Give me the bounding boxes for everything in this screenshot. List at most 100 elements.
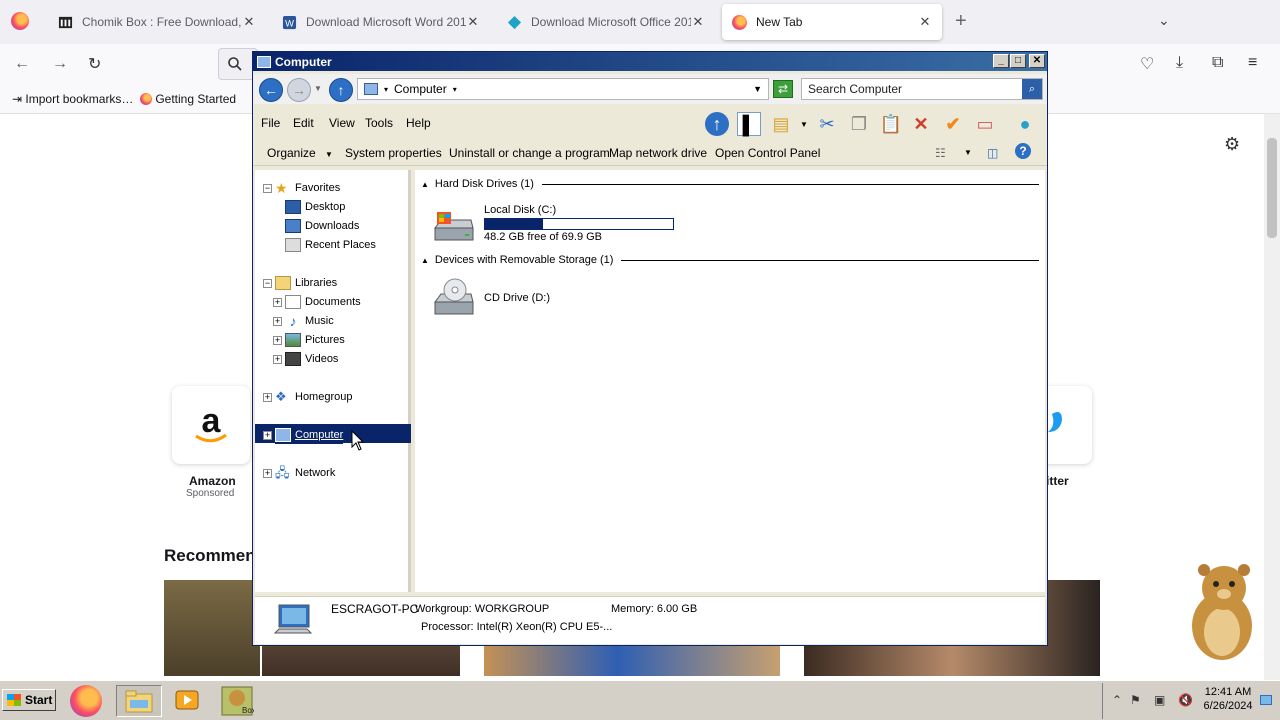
expand-toggle[interactable]: +: [263, 469, 272, 478]
up-arrow-icon[interactable]: ↑: [329, 78, 353, 102]
firefox-menu-icon[interactable]: [11, 12, 29, 30]
taskbar-clock[interactable]: 12:41 AM 6/26/2024: [1200, 685, 1256, 713]
views-chevron-icon[interactable]: ▼: [800, 120, 808, 129]
group-header-hdd[interactable]: ▲ Hard Disk Drives (1): [421, 178, 1039, 190]
organize-button[interactable]: Organize ▼: [267, 146, 333, 160]
gear-icon[interactable]: ⚙: [1224, 134, 1240, 155]
map-network-drive-button[interactable]: Map network drive: [609, 146, 707, 160]
tab-new-tab[interactable]: New Tab ✕: [722, 4, 942, 40]
hamburger-menu-icon[interactable]: ≡: [1248, 54, 1257, 72]
breadcrumb[interactable]: Computer: [394, 82, 447, 96]
tree-network[interactable]: 🖧 Network: [275, 464, 335, 482]
menu-edit[interactable]: Edit: [293, 116, 314, 130]
breadcrumb-chevron-icon[interactable]: ▾: [453, 85, 457, 94]
properties-icon[interactable]: ▭: [973, 112, 997, 136]
tree-music[interactable]: ♪ Music: [285, 312, 334, 330]
shortcut-amazon[interactable]: a: [172, 386, 250, 464]
hard-drive-icon[interactable]: [431, 206, 477, 246]
group-header-removable[interactable]: ▲ Devices with Removable Storage (1): [421, 254, 1039, 266]
open-control-panel-button[interactable]: Open Control Panel: [715, 146, 820, 160]
expand-toggle[interactable]: +: [273, 336, 282, 345]
show-hidden-icons[interactable]: ⌃: [1112, 693, 1122, 707]
tree-computer[interactable]: Computer: [275, 426, 344, 444]
bookmark-getting-started[interactable]: Getting Started: [140, 92, 236, 106]
tab-word-2013[interactable]: W Download Microsoft Word 2013 : ✕: [272, 4, 490, 40]
media-player-taskbar-icon[interactable]: [172, 685, 206, 717]
pocket-icon[interactable]: ♡: [1140, 54, 1154, 74]
scrollbar-thumb[interactable]: [1267, 138, 1277, 238]
expand-toggle[interactable]: +: [263, 431, 272, 440]
search-input[interactable]: Search Computer ⌕: [801, 78, 1043, 100]
drive-c-name[interactable]: Local Disk (C:): [484, 204, 556, 216]
tree-videos[interactable]: Videos: [285, 350, 338, 368]
collapse-toggle[interactable]: −: [263, 184, 272, 193]
recent-pages-chevron-icon[interactable]: ▼: [314, 84, 322, 93]
view-chevron-icon[interactable]: ▼: [964, 148, 972, 157]
tree-homegroup[interactable]: ❖ Homegroup: [275, 388, 352, 406]
close-tab-icon[interactable]: ✕: [918, 14, 932, 30]
minimize-button[interactable]: _: [993, 54, 1009, 68]
show-desktop-icon[interactable]: [1260, 695, 1272, 705]
story-image[interactable]: [164, 580, 260, 676]
checkmark-icon[interactable]: ✔: [941, 112, 965, 136]
start-button[interactable]: Start: [2, 689, 56, 711]
forward-arrow-icon[interactable]: →: [287, 78, 311, 102]
menu-help[interactable]: Help: [406, 116, 431, 130]
folders-pane-icon[interactable]: ▌: [737, 112, 761, 136]
page-scrollbar[interactable]: [1264, 114, 1280, 680]
expand-toggle[interactable]: +: [263, 393, 272, 402]
new-tab-button[interactable]: +: [955, 10, 967, 33]
close-tab-icon[interactable]: ✕: [691, 14, 705, 30]
volume-muted-icon[interactable]: 🔇: [1178, 693, 1193, 707]
cut-scissors-icon[interactable]: ✂: [815, 112, 839, 136]
tree-recent-places[interactable]: Recent Places: [285, 236, 376, 254]
preview-pane-icon[interactable]: ◫: [987, 146, 998, 160]
change-view-icon[interactable]: ☷: [935, 146, 946, 160]
copy-icon[interactable]: ❐: [847, 112, 871, 136]
tree-libraries[interactable]: Libraries: [275, 274, 337, 292]
menu-view[interactable]: View: [329, 116, 355, 130]
back-arrow-icon[interactable]: ←: [259, 78, 283, 102]
list-all-tabs-icon[interactable]: ⌄: [1158, 12, 1170, 29]
forward-arrow-icon[interactable]: →: [52, 55, 68, 73]
globe-icon[interactable]: ●: [1013, 112, 1037, 136]
breadcrumb-chevron-icon[interactable]: ▾: [384, 85, 388, 94]
up-level-icon[interactable]: ↑: [705, 112, 729, 136]
views-icon[interactable]: ▤: [769, 112, 793, 136]
explorer-title-bar[interactable]: Computer: [253, 52, 1047, 71]
help-icon[interactable]: ?: [1015, 143, 1031, 159]
maximize-button[interactable]: □: [1010, 54, 1026, 68]
address-bar[interactable]: ▾ Computer ▾ ▼: [357, 78, 769, 100]
chomikbox-taskbar-icon[interactable]: Box: [220, 685, 256, 717]
uninstall-program-button[interactable]: Uninstall or change a program: [449, 146, 610, 160]
system-properties-button[interactable]: System properties: [345, 146, 442, 160]
tree-desktop[interactable]: Desktop: [285, 198, 345, 216]
bookmark-import[interactable]: ⇥ Import bookmarks…: [12, 92, 133, 106]
expand-toggle[interactable]: +: [273, 355, 282, 364]
search-icon[interactable]: ⌕: [1022, 79, 1042, 99]
tab-chomikbox[interactable]: Chomik Box : Free Download, Bor ✕: [48, 4, 266, 40]
menu-tools[interactable]: Tools: [365, 116, 393, 130]
action-center-flag-icon[interactable]: ⚑: [1130, 693, 1141, 707]
extensions-icon[interactable]: ⧉: [1212, 54, 1223, 72]
cd-drive-icon[interactable]: [431, 278, 477, 318]
network-tray-icon[interactable]: ▣: [1154, 693, 1165, 707]
reload-icon[interactable]: ↻: [88, 54, 101, 74]
download-icon[interactable]: ⤓: [1176, 54, 1183, 72]
tree-pictures[interactable]: Pictures: [285, 331, 345, 349]
close-tab-icon[interactable]: ✕: [242, 14, 256, 30]
expand-toggle[interactable]: +: [273, 298, 282, 307]
tree-documents[interactable]: Documents: [285, 293, 361, 311]
drive-d-name[interactable]: CD Drive (D:): [484, 292, 550, 304]
expand-toggle[interactable]: +: [273, 317, 282, 326]
refresh-button[interactable]: ⇄: [773, 80, 793, 98]
close-tab-icon[interactable]: ✕: [466, 14, 480, 30]
firefox-taskbar-icon[interactable]: [70, 685, 102, 717]
back-arrow-icon[interactable]: ←: [14, 55, 30, 73]
tab-office-2013[interactable]: Download Microsoft Office 2013 : ✕: [497, 4, 715, 40]
close-button[interactable]: ✕: [1029, 54, 1045, 68]
paste-clipboard-icon[interactable]: 📋: [879, 112, 903, 136]
address-history-chevron-icon[interactable]: ▼: [753, 84, 762, 94]
tree-favorites[interactable]: ★ Favorites: [275, 179, 340, 197]
explorer-taskbar-button[interactable]: [116, 685, 162, 717]
